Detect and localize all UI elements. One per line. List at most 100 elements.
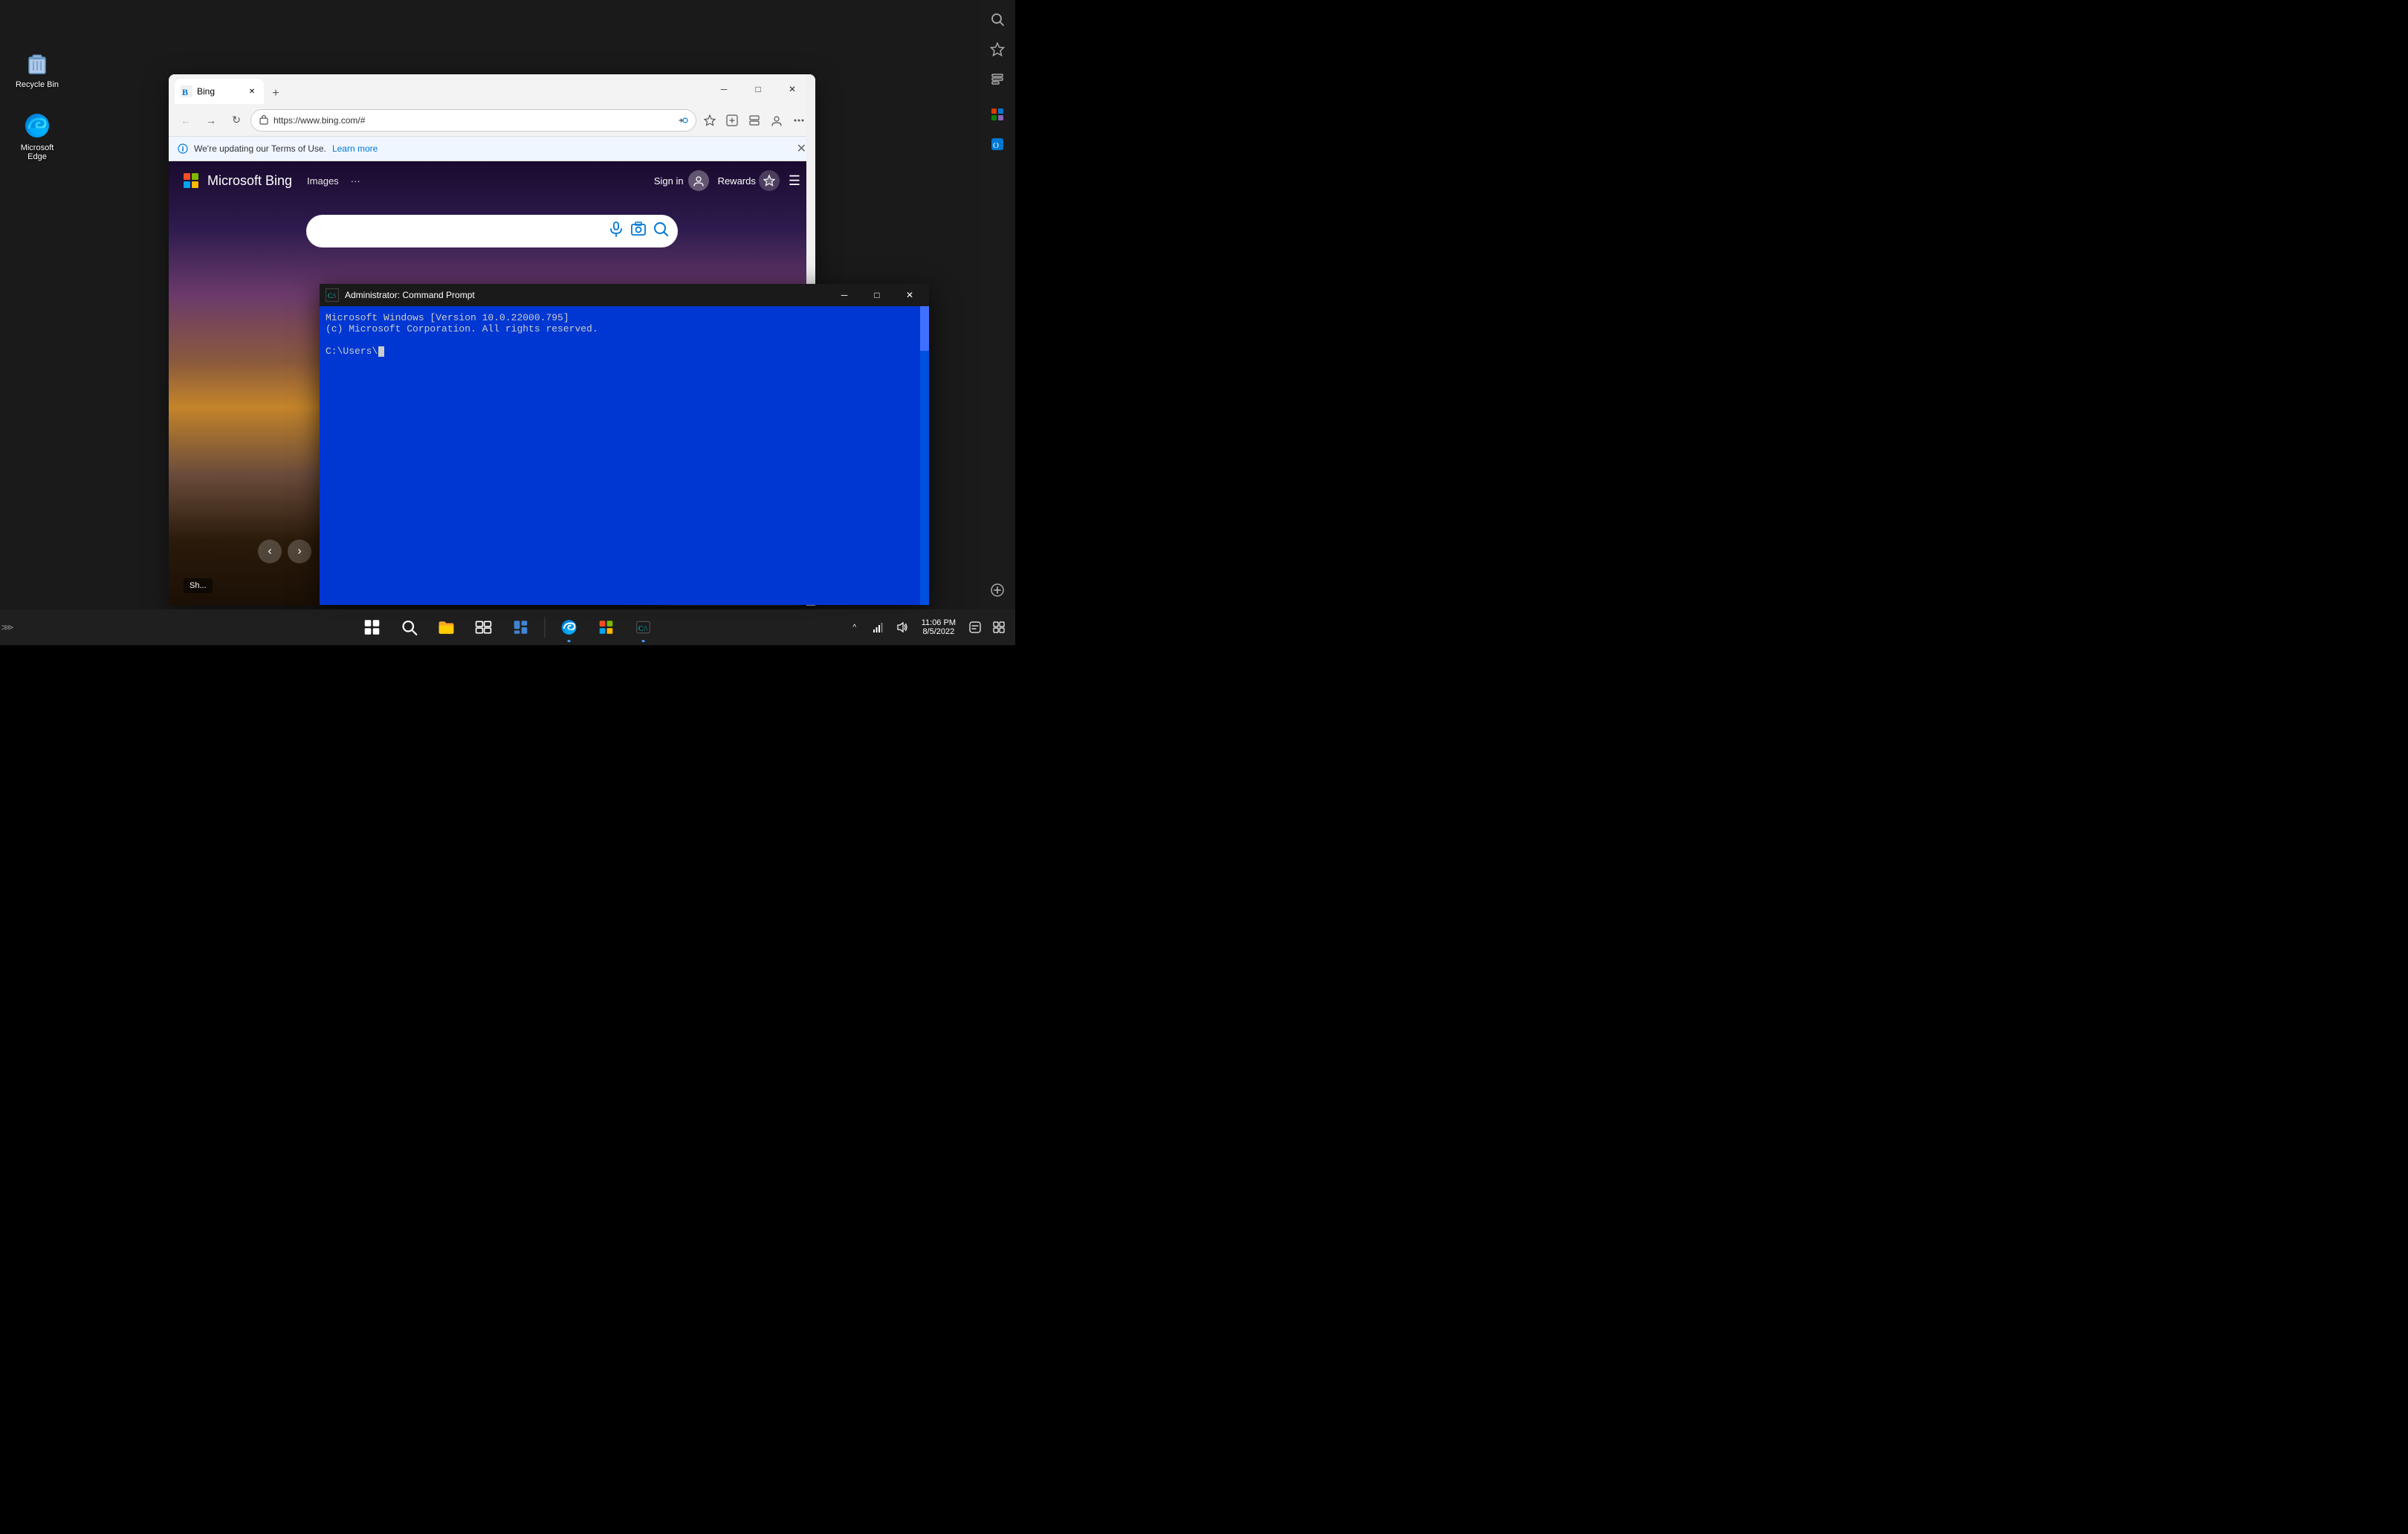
browser-titlebar: B Bing ✕ + ─ □ ✕ bbox=[169, 74, 815, 104]
notification-bar: We're updating our Terms of Use. Learn m… bbox=[169, 137, 815, 161]
file-explorer-button[interactable] bbox=[430, 611, 463, 644]
bing-signin-text: Sign in bbox=[654, 175, 684, 187]
sidebar-favorites-icon[interactable] bbox=[984, 36, 1011, 62]
sidebar-search-icon[interactable] bbox=[984, 6, 1011, 33]
collections-icon[interactable] bbox=[744, 110, 765, 131]
cmd-scrollbar[interactable] bbox=[920, 306, 929, 605]
taskbar-center: C:\ bbox=[356, 611, 660, 644]
bing-nav-images[interactable]: Images bbox=[307, 175, 339, 187]
cmd-maximize-button[interactable]: □ bbox=[864, 285, 890, 305]
svg-text:C:\: C:\ bbox=[328, 292, 337, 300]
bing-nav: Images ··· bbox=[307, 175, 360, 187]
new-tab-button[interactable]: + bbox=[265, 83, 286, 104]
svg-text:O: O bbox=[993, 141, 999, 150]
recycle-bin-label: Recycle Bin bbox=[16, 80, 59, 89]
microsoft-edge-desktop-icon[interactable]: Microsoft Edge bbox=[7, 108, 67, 164]
logo-square-green bbox=[192, 173, 198, 180]
refresh-button[interactable]: ↻ bbox=[225, 109, 247, 132]
settings-corner-icon[interactable] bbox=[988, 611, 1009, 644]
bing-header: Microsoft Bing Images ··· Sign in bbox=[169, 161, 815, 200]
svg-text:C:\: C:\ bbox=[638, 624, 647, 632]
bing-search-input[interactable] bbox=[315, 225, 602, 238]
sidebar-collections-icon[interactable] bbox=[984, 65, 1011, 92]
bing-prev-button[interactable]: ‹ bbox=[258, 540, 282, 563]
microphone-icon[interactable] bbox=[608, 221, 624, 242]
network-icon[interactable] bbox=[868, 611, 889, 644]
logo-square-yellow bbox=[192, 181, 198, 188]
notification-center-icon[interactable] bbox=[965, 611, 985, 644]
toolbar-icons bbox=[699, 110, 809, 131]
browser-tab-bing[interactable]: B Bing ✕ bbox=[175, 79, 264, 104]
show-hidden-icons[interactable]: ^ bbox=[844, 611, 865, 644]
tab-title-bing: Bing bbox=[197, 86, 242, 97]
bing-nav-more[interactable]: ··· bbox=[351, 175, 360, 187]
bing-logo: Microsoft Bing bbox=[184, 173, 292, 189]
cmd-line3: C:\Users\ bbox=[326, 346, 923, 357]
camera-search-icon[interactable] bbox=[630, 221, 647, 242]
taskbar-show-hidden[interactable]: ⋙ bbox=[0, 611, 15, 644]
taskbar-store-button[interactable] bbox=[590, 611, 623, 644]
logo-square-blue bbox=[184, 181, 190, 188]
forward-button[interactable]: → bbox=[200, 109, 222, 132]
bing-logo-text: Microsoft Bing bbox=[207, 173, 292, 189]
bing-image-info: Sh... bbox=[184, 578, 213, 593]
sidebar-office-icon[interactable] bbox=[984, 101, 1011, 128]
taskbar-edge-button[interactable] bbox=[553, 611, 586, 644]
sidebar-add-icon[interactable] bbox=[984, 577, 1011, 603]
notification-text: We're updating our Terms of Use. bbox=[194, 143, 326, 154]
task-view-button[interactable] bbox=[467, 611, 500, 644]
cmd-window: C:\ Administrator: Command Prompt ─ □ ✕ … bbox=[320, 284, 929, 605]
recycle-bin-image bbox=[22, 48, 52, 77]
notification-link[interactable]: Learn more bbox=[332, 143, 378, 154]
bing-image-title[interactable]: Sh... bbox=[184, 578, 213, 593]
minimize-button[interactable]: ─ bbox=[707, 77, 741, 101]
bing-search-box[interactable] bbox=[306, 215, 678, 247]
address-bar[interactable]: https://www.bing.com/# bbox=[250, 109, 696, 132]
bing-favicon: B bbox=[181, 85, 192, 97]
cmd-minimize-button[interactable]: ─ bbox=[831, 285, 858, 305]
sidebar-outlook-icon[interactable]: O bbox=[984, 131, 1011, 158]
rewards-icon bbox=[759, 170, 780, 191]
bing-signin[interactable]: Sign in bbox=[654, 170, 709, 191]
back-button[interactable]: ← bbox=[175, 109, 197, 132]
taskbar: ⋙ bbox=[0, 609, 1015, 645]
add-favorites-icon[interactable] bbox=[722, 110, 742, 131]
search-icon[interactable] bbox=[653, 221, 669, 242]
bing-rewards-text: Rewards bbox=[718, 175, 756, 187]
search-button[interactable] bbox=[393, 611, 426, 644]
taskbar-divider-1 bbox=[545, 617, 546, 638]
widgets-button[interactable] bbox=[505, 611, 537, 644]
bing-rewards[interactable]: Rewards bbox=[718, 170, 780, 191]
bing-next-button[interactable]: › bbox=[288, 540, 311, 563]
browser-toolbar: ← → ↻ https://www.bing.com/# bbox=[169, 104, 815, 137]
notification-close[interactable]: ✕ bbox=[797, 141, 806, 156]
taskbar-clock[interactable]: 11:06 PM 8/5/2022 bbox=[916, 611, 962, 644]
info-icon bbox=[178, 143, 188, 154]
tab-bar: B Bing ✕ + bbox=[175, 74, 286, 104]
edge-sidebar: O bbox=[980, 0, 1015, 609]
cmd-close-button[interactable]: ✕ bbox=[896, 285, 923, 305]
tab-close-bing[interactable]: ✕ bbox=[246, 85, 258, 97]
taskbar-terminal-button[interactable]: C:\ bbox=[627, 611, 660, 644]
cmd-app-icon: C:\ bbox=[326, 288, 339, 302]
cmd-scroll-thumb[interactable] bbox=[920, 306, 929, 351]
maximize-button[interactable]: □ bbox=[741, 77, 775, 101]
clock-time: 11:06 PM bbox=[922, 618, 956, 627]
profile-icon[interactable] bbox=[766, 110, 787, 131]
volume-icon[interactable] bbox=[892, 611, 913, 644]
window-controls: ─ □ ✕ bbox=[707, 77, 809, 101]
desktop: Recycle Bin Microsoft bbox=[0, 0, 1015, 645]
bing-signin-avatar bbox=[688, 170, 709, 191]
favorites-icon[interactable] bbox=[699, 110, 720, 131]
cmd-body[interactable]: Microsoft Windows [Version 10.0.22000.79… bbox=[320, 306, 929, 605]
bing-search-area bbox=[169, 200, 815, 247]
edge-desktop-label: Microsoft Edge bbox=[10, 143, 64, 161]
bing-menu-button[interactable]: ☰ bbox=[789, 173, 800, 189]
recycle-bin-icon[interactable]: Recycle Bin bbox=[7, 45, 67, 92]
cmd-titlebar: C:\ Administrator: Command Prompt ─ □ ✕ bbox=[320, 284, 929, 306]
close-button[interactable]: ✕ bbox=[775, 77, 809, 101]
cmd-title-text: Administrator: Command Prompt bbox=[345, 290, 825, 300]
bing-image-nav: ‹ › bbox=[258, 540, 311, 563]
start-button[interactable] bbox=[356, 611, 389, 644]
cmd-line1: Microsoft Windows [Version 10.0.22000.79… bbox=[326, 312, 923, 323]
